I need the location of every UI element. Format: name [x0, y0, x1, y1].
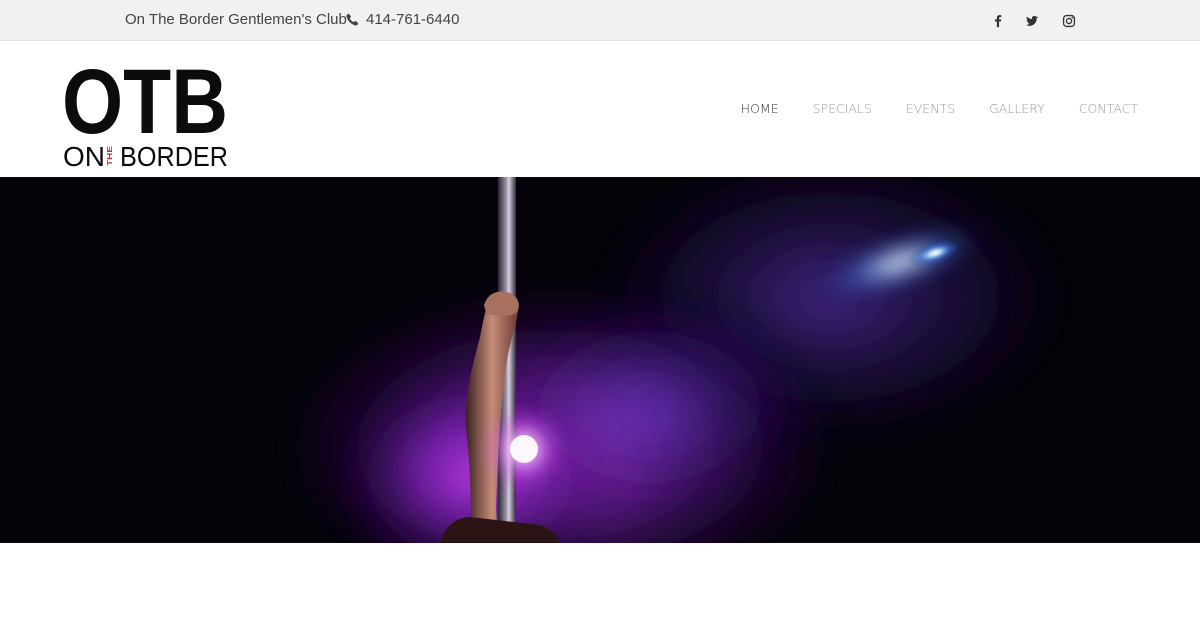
nav-gallery[interactable]: GALLERY: [989, 101, 1045, 116]
instagram-icon[interactable]: [1061, 13, 1077, 29]
phone-number: 414-761-6440: [366, 11, 460, 28]
top-bar: On The Border Gentlemen's Club 414-761-6…: [0, 0, 1200, 41]
twitter-icon[interactable]: [1024, 13, 1040, 29]
phone-link[interactable]: 414-761-6440: [346, 11, 459, 28]
hero-image: [0, 177, 1200, 543]
site-logo[interactable]: OTB ON THE BORDER: [62, 55, 232, 167]
logo-main-text: OTB: [62, 55, 228, 153]
logo-right-word: BORDER: [120, 141, 228, 167]
nav-contact[interactable]: CONTACT: [1079, 101, 1138, 116]
site-header: OTB ON THE BORDER HOME SPECIALS EVENTS G…: [0, 41, 1200, 177]
nav-events[interactable]: EVENTS: [906, 101, 955, 116]
logo-left-word: ON: [63, 141, 105, 167]
nav-specials[interactable]: SPECIALS: [813, 101, 872, 116]
hero-banner: [0, 177, 1200, 543]
main-nav: HOME SPECIALS EVENTS GALLERY CONTACT: [707, 101, 1138, 116]
facebook-icon[interactable]: [990, 13, 1006, 29]
nav-home[interactable]: HOME: [741, 101, 779, 116]
club-name: On The Border Gentlemen's Club: [125, 11, 347, 28]
logo-small-word: THE: [105, 146, 114, 166]
phone-icon: [346, 13, 359, 26]
